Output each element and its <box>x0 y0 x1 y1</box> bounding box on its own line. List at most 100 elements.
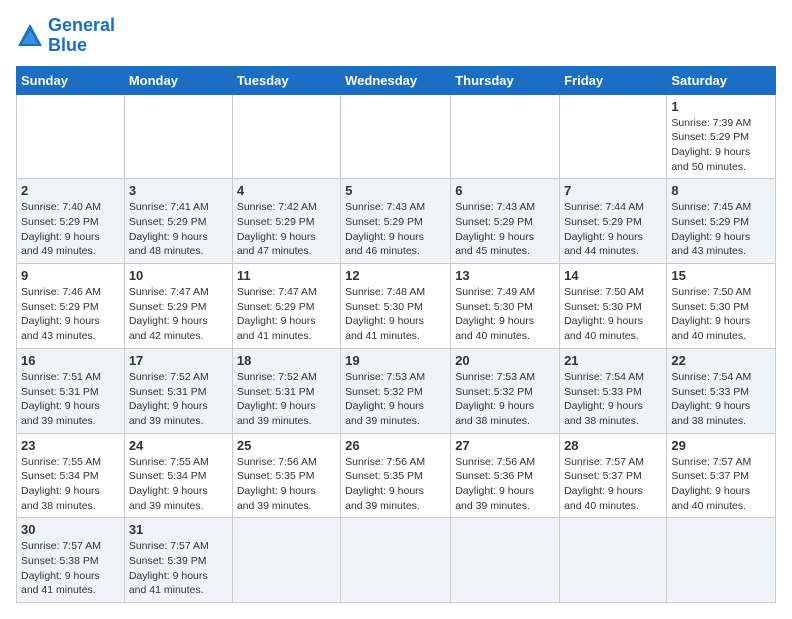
table-row: 9Sunrise: 7:46 AM Sunset: 5:29 PM Daylig… <box>17 264 125 349</box>
col-saturday: Saturday <box>667 66 776 94</box>
day-info: Sunrise: 7:43 AM Sunset: 5:29 PM Dayligh… <box>455 200 555 259</box>
day-info: Sunrise: 7:41 AM Sunset: 5:29 PM Dayligh… <box>129 200 228 259</box>
day-number: 22 <box>671 353 771 368</box>
table-row <box>451 518 560 603</box>
calendar-row: 2 Sunrise: 7:40 AM Sunset: 5:29 PM Daylig… <box>17 179 776 264</box>
table-row: 5 Sunrise: 7:43 AM Sunset: 5:29 PM Daylig… <box>341 179 451 264</box>
day-info: Sunrise: 7:57 AM Sunset: 5:37 PM Dayligh… <box>564 455 662 514</box>
day-number: 27 <box>455 438 555 453</box>
table-row <box>17 94 125 179</box>
day-info: Sunrise: 7:39 AM Sunset: 5:29 PM Dayligh… <box>671 116 771 175</box>
table-row: 2 Sunrise: 7:40 AM Sunset: 5:29 PM Daylig… <box>17 179 125 264</box>
calendar-table: Sunday Monday Tuesday Wednesday Thursday… <box>16 66 776 604</box>
day-info: Sunrise: 7:55 AM Sunset: 5:34 PM Dayligh… <box>129 455 228 514</box>
table-row <box>232 94 340 179</box>
calendar-row: 16 Sunrise: 7:51 AM Sunset: 5:31 PM Dayli… <box>17 348 776 433</box>
table-row: 29 Sunrise: 7:57 AM Sunset: 5:37 PM Dayli… <box>667 433 776 518</box>
day-number: 18 <box>237 353 336 368</box>
table-row: 6Sunrise: 7:43 AM Sunset: 5:29 PM Daylig… <box>451 179 560 264</box>
day-number: 16 <box>21 353 120 368</box>
table-row: 7Sunrise: 7:44 AM Sunset: 5:29 PM Daylig… <box>560 179 667 264</box>
table-row <box>560 518 667 603</box>
day-number: 5 <box>345 183 446 198</box>
col-wednesday: Wednesday <box>341 66 451 94</box>
day-number: 19 <box>345 353 446 368</box>
day-number: 12 <box>345 268 446 283</box>
day-info: Sunrise: 7:57 AM Sunset: 5:38 PM Dayligh… <box>21 539 120 598</box>
day-info: Sunrise: 7:54 AM Sunset: 5:33 PM Dayligh… <box>564 370 662 429</box>
table-row: 30 Sunrise: 7:57 AM Sunset: 5:38 PM Dayli… <box>17 518 125 603</box>
calendar-row: 9Sunrise: 7:46 AM Sunset: 5:29 PM Daylig… <box>17 264 776 349</box>
col-monday: Monday <box>124 66 232 94</box>
calendar-row: 30 Sunrise: 7:57 AM Sunset: 5:38 PM Dayli… <box>17 518 776 603</box>
table-row: 19Sunrise: 7:53 AM Sunset: 5:32 PM Dayli… <box>341 348 451 433</box>
table-row: 23 Sunrise: 7:55 AM Sunset: 5:34 PM Dayli… <box>17 433 125 518</box>
day-info: Sunrise: 7:50 AM Sunset: 5:30 PM Dayligh… <box>671 285 771 344</box>
table-row <box>341 518 451 603</box>
day-info: Sunrise: 7:40 AM Sunset: 5:29 PM Dayligh… <box>21 200 120 259</box>
day-number: 29 <box>671 438 771 453</box>
logo-text: General Blue <box>48 16 115 56</box>
day-info: Sunrise: 7:56 AM Sunset: 5:35 PM Dayligh… <box>345 455 446 514</box>
col-tuesday: Tuesday <box>232 66 340 94</box>
day-info: Sunrise: 7:46 AM Sunset: 5:29 PM Dayligh… <box>21 285 120 344</box>
table-row: 14 Sunrise: 7:50 AM Sunset: 5:30 PM Dayli… <box>560 264 667 349</box>
day-info: Sunrise: 7:57 AM Sunset: 5:39 PM Dayligh… <box>129 539 228 598</box>
table-row: 26 Sunrise: 7:56 AM Sunset: 5:35 PM Dayli… <box>341 433 451 518</box>
day-number: 31 <box>129 522 228 537</box>
day-info: Sunrise: 7:52 AM Sunset: 5:31 PM Dayligh… <box>237 370 336 429</box>
day-info: Sunrise: 7:54 AM Sunset: 5:33 PM Dayligh… <box>671 370 771 429</box>
table-row: 24 Sunrise: 7:55 AM Sunset: 5:34 PM Dayli… <box>124 433 232 518</box>
day-info: Sunrise: 7:55 AM Sunset: 5:34 PM Dayligh… <box>21 455 120 514</box>
table-row <box>667 518 776 603</box>
day-number: 30 <box>21 522 120 537</box>
day-number: 28 <box>564 438 662 453</box>
table-row: 22 Sunrise: 7:54 AM Sunset: 5:33 PM Dayli… <box>667 348 776 433</box>
table-row <box>341 94 451 179</box>
table-row: 27 Sunrise: 7:56 AM Sunset: 5:36 PM Dayli… <box>451 433 560 518</box>
day-number: 15 <box>671 268 771 283</box>
table-row: 8 Sunrise: 7:45 AM Sunset: 5:29 PM Daylig… <box>667 179 776 264</box>
day-info: Sunrise: 7:48 AM Sunset: 5:30 PM Dayligh… <box>345 285 446 344</box>
table-row <box>451 94 560 179</box>
col-sunday: Sunday <box>17 66 125 94</box>
table-row: 12 Sunrise: 7:48 AM Sunset: 5:30 PM Dayli… <box>341 264 451 349</box>
day-info: Sunrise: 7:45 AM Sunset: 5:29 PM Dayligh… <box>671 200 771 259</box>
calendar-row: 23 Sunrise: 7:55 AM Sunset: 5:34 PM Dayli… <box>17 433 776 518</box>
table-row: 18 Sunrise: 7:52 AM Sunset: 5:31 PM Dayli… <box>232 348 340 433</box>
table-row: 21Sunrise: 7:54 AM Sunset: 5:33 PM Dayli… <box>560 348 667 433</box>
page-header: General Blue <box>16 16 776 56</box>
table-row: 15 Sunrise: 7:50 AM Sunset: 5:30 PM Dayli… <box>667 264 776 349</box>
day-number: 24 <box>129 438 228 453</box>
day-info: Sunrise: 7:51 AM Sunset: 5:31 PM Dayligh… <box>21 370 120 429</box>
day-info: Sunrise: 7:56 AM Sunset: 5:36 PM Dayligh… <box>455 455 555 514</box>
day-number: 25 <box>237 438 336 453</box>
day-number: 14 <box>564 268 662 283</box>
table-row: 20Sunrise: 7:53 AM Sunset: 5:32 PM Dayli… <box>451 348 560 433</box>
col-friday: Friday <box>560 66 667 94</box>
day-number: 3 <box>129 183 228 198</box>
table-row <box>560 94 667 179</box>
day-info: Sunrise: 7:43 AM Sunset: 5:29 PM Dayligh… <box>345 200 446 259</box>
day-number: 2 <box>21 183 120 198</box>
day-info: Sunrise: 7:57 AM Sunset: 5:37 PM Dayligh… <box>671 455 771 514</box>
day-number: 26 <box>345 438 446 453</box>
day-number: 23 <box>21 438 120 453</box>
day-number: 1 <box>671 99 771 114</box>
table-row: 31 Sunrise: 7:57 AM Sunset: 5:39 PM Dayli… <box>124 518 232 603</box>
logo-icon <box>16 22 44 50</box>
day-info: Sunrise: 7:52 AM Sunset: 5:31 PM Dayligh… <box>129 370 228 429</box>
day-number: 8 <box>671 183 771 198</box>
day-info: Sunrise: 7:50 AM Sunset: 5:30 PM Dayligh… <box>564 285 662 344</box>
day-info: Sunrise: 7:56 AM Sunset: 5:35 PM Dayligh… <box>237 455 336 514</box>
table-row <box>232 518 340 603</box>
day-info: Sunrise: 7:47 AM Sunset: 5:29 PM Dayligh… <box>129 285 228 344</box>
table-row: 17 Sunrise: 7:52 AM Sunset: 5:31 PM Dayli… <box>124 348 232 433</box>
day-number: 4 <box>237 183 336 198</box>
day-number: 17 <box>129 353 228 368</box>
table-row: 3 Sunrise: 7:41 AM Sunset: 5:29 PM Daylig… <box>124 179 232 264</box>
day-number: 10 <box>129 268 228 283</box>
day-number: 7 <box>564 183 662 198</box>
day-number: 11 <box>237 268 336 283</box>
table-row: 10 Sunrise: 7:47 AM Sunset: 5:29 PM Dayli… <box>124 264 232 349</box>
